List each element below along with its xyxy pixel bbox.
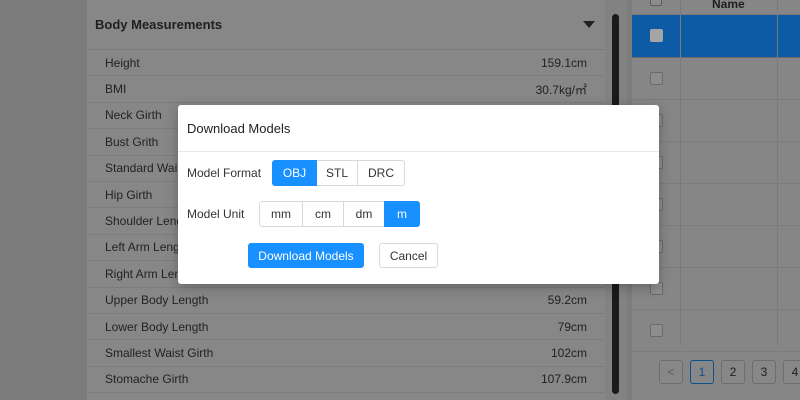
format-option-drc[interactable]: DRC (357, 160, 405, 186)
cancel-button[interactable]: Cancel (379, 243, 438, 268)
measurement-label: BMI (105, 82, 127, 97)
row-checkbox[interactable] (650, 324, 663, 337)
model-format-group: OBJ STL DRC (272, 160, 405, 186)
measurement-label: Neck Girth (105, 108, 162, 123)
column-divider (680, 0, 681, 345)
measurement-label: Shoulder Leng (105, 214, 184, 229)
select-all-checkbox[interactable] (650, 0, 662, 6)
table-header: Name (632, 0, 800, 15)
measurement-value: 79cm (557, 319, 587, 334)
model-unit-group: mm cm dm m (259, 201, 420, 227)
measurement-value: 159.1cm (540, 55, 587, 70)
download-models-dialog: Download Models Model Format OBJ STL DRC… (178, 105, 659, 284)
download-models-button[interactable]: Download Models (248, 243, 364, 268)
format-option-stl[interactable]: STL (316, 160, 358, 186)
measurement-label: Right Arm Len (105, 266, 182, 281)
prev-page-button[interactable]: < (659, 360, 683, 384)
measurement-value: 107.9cm (540, 372, 587, 387)
measurement-label: Upper Body Length (105, 293, 209, 308)
table-row[interactable] (632, 310, 800, 352)
model-format-label: Model Format (187, 166, 262, 180)
format-option-obj[interactable]: OBJ (272, 160, 317, 186)
body-measurements-header[interactable]: Body Measurements (87, 0, 605, 50)
measurement-row: Lower Body Length 79cm (87, 314, 605, 341)
unit-option-cm[interactable]: cm (302, 201, 344, 227)
measurement-row: Stomache Girth 107.9cm (87, 367, 605, 394)
caret-down-icon[interactable] (583, 21, 595, 28)
left-gutter (0, 0, 87, 400)
measurement-label: Standard Waist (105, 161, 187, 176)
model-format-row: Model Format OBJ STL DRC (187, 160, 405, 186)
unit-option-mm[interactable]: mm (259, 201, 303, 227)
column-divider (777, 0, 778, 345)
page-button-1[interactable]: 1 (690, 360, 714, 384)
dialog-title: Download Models (187, 120, 291, 136)
measurement-label: Smallest Waist Girth (105, 345, 214, 360)
unit-option-m[interactable]: m (384, 201, 420, 227)
dialog-header: Download Models (178, 105, 659, 152)
page-button-4[interactable]: 4 (783, 360, 800, 384)
page-button-2[interactable]: 2 (721, 360, 745, 384)
table-row-selected[interactable] (632, 15, 800, 58)
model-unit-row: Model Unit mm cm dm m (187, 201, 420, 227)
page-button-3[interactable]: 3 (752, 360, 776, 384)
row-checkbox[interactable] (650, 72, 663, 85)
measurement-label: Bust Grith (105, 134, 159, 149)
measurement-row: BMI 30.7kg/㎡ (87, 76, 605, 103)
measurement-label: Height (105, 55, 140, 70)
measurement-value: 102cm (550, 345, 587, 360)
row-checkbox[interactable] (650, 29, 663, 42)
measurement-label: Stomache Girth (105, 372, 189, 387)
table-row[interactable] (632, 58, 800, 100)
measurement-row: Smallest Waist Girth 102cm (87, 340, 605, 367)
measurement-label: Lower Body Length (105, 319, 209, 334)
column-header-name: Name (712, 0, 745, 11)
measurement-row: Height 159.1cm (87, 50, 605, 77)
measurement-label: Left Arm Lengt (105, 240, 184, 255)
measurement-row: Upper Body Length 59.2cm (87, 288, 605, 314)
measurement-value: 59.2cm (547, 293, 587, 308)
pagination: < 1 2 3 4 (659, 360, 800, 384)
body-measurements-title: Body Measurements (95, 17, 223, 32)
model-unit-label: Model Unit (187, 207, 245, 221)
unit-option-dm[interactable]: dm (343, 201, 385, 227)
measurement-label: Hip Girth (105, 187, 153, 202)
measurement-value: 30.7kg/㎡ (535, 82, 587, 97)
